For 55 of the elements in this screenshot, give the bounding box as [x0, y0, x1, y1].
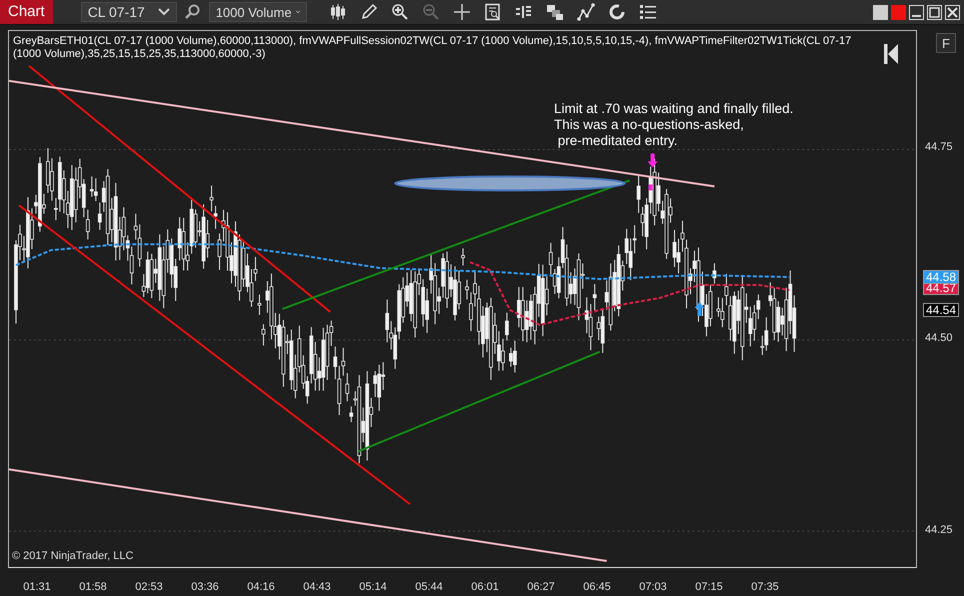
up-arrow-icon	[694, 302, 704, 316]
ellipse-marker[interactable]	[394, 175, 626, 192]
fill-marker	[648, 184, 653, 190]
price-label: 44.50	[925, 332, 953, 344]
time-label: 06:01	[470, 580, 500, 595]
price-label: 44.75	[925, 141, 953, 153]
crosshair-icon[interactable]	[452, 3, 471, 21]
list-icon[interactable]	[638, 3, 657, 21]
search-icon[interactable]	[184, 4, 201, 20]
maximize-icon[interactable]	[927, 4, 942, 20]
color-swatch[interactable]	[873, 4, 888, 20]
time-label: 06:27	[526, 580, 556, 595]
chevron-icon	[158, 8, 170, 16]
chevron-icon	[296, 8, 300, 16]
price-flag: 44.58	[923, 270, 959, 284]
time-label: 01:31	[22, 580, 52, 595]
pencil-icon[interactable]	[360, 3, 378, 21]
price-flag: 44.54	[923, 303, 959, 317]
reload-icon[interactable]	[608, 3, 626, 21]
columns-icon[interactable]	[514, 3, 533, 21]
time-label: 03:36	[190, 580, 220, 595]
time-label: 01:58	[78, 580, 108, 595]
time-label: 07:15	[694, 580, 724, 595]
windows-icon[interactable]	[546, 3, 564, 21]
strategy-icon[interactable]	[576, 3, 595, 21]
trend-line[interactable]	[9, 468, 607, 562]
copyright-text: © 2017 NinjaTrader, LLC	[12, 550, 134, 562]
panel-button[interactable]: F	[936, 33, 956, 53]
zoom-in-icon[interactable]	[390, 3, 409, 21]
minimize-icon[interactable]	[909, 4, 924, 20]
trend-line[interactable]	[282, 180, 630, 310]
trend-line[interactable]	[358, 350, 600, 452]
time-label: 02:53	[134, 580, 164, 595]
interval-dropdown[interactable]: 1000 Volume	[208, 2, 307, 22]
close-icon[interactable]	[945, 4, 960, 20]
candlestick-icon[interactable]	[328, 3, 347, 21]
down-arrow-icon	[648, 154, 658, 168]
annotation-text: Limit at .70 was waiting and finally filled. This was a no-questions-asked, pre-meditated entry.	[554, 101, 794, 149]
trend-line[interactable]	[18, 204, 411, 506]
time-label: 04:43	[302, 580, 332, 595]
zoom-out-icon[interactable]	[422, 3, 440, 21]
time-label: 07:35	[750, 580, 780, 595]
data-box-icon[interactable]	[484, 3, 502, 21]
instrument-dropdown[interactable]: CL 07-17	[80, 2, 177, 22]
window-title: Chart	[0, 0, 53, 24]
skip-to-end-icon[interactable]	[883, 43, 899, 65]
time-label: 05:44	[414, 580, 444, 595]
time-label: 07:03	[638, 580, 668, 595]
trend-line[interactable]	[28, 65, 331, 313]
time-label: 05:14	[358, 580, 388, 595]
color-swatch[interactable]	[891, 4, 906, 20]
time-label: 06:45	[582, 580, 612, 595]
indicator-legend: GreyBarsETH01(CL 07-17 (1000 Volume),60000,113000), fmVWAPFullSession02TW(CL 07-17 (1000 Volume),15,10,5,5,10,15,-4), fmVWAPTimeFilter02TW1Tick(CL 07-17 (1000 Volume),35,25,15,15,25,35,113000,60000,-3)	[13, 35, 866, 61]
price-label: 44.25	[925, 524, 953, 536]
time-label: 04:16	[246, 580, 276, 595]
